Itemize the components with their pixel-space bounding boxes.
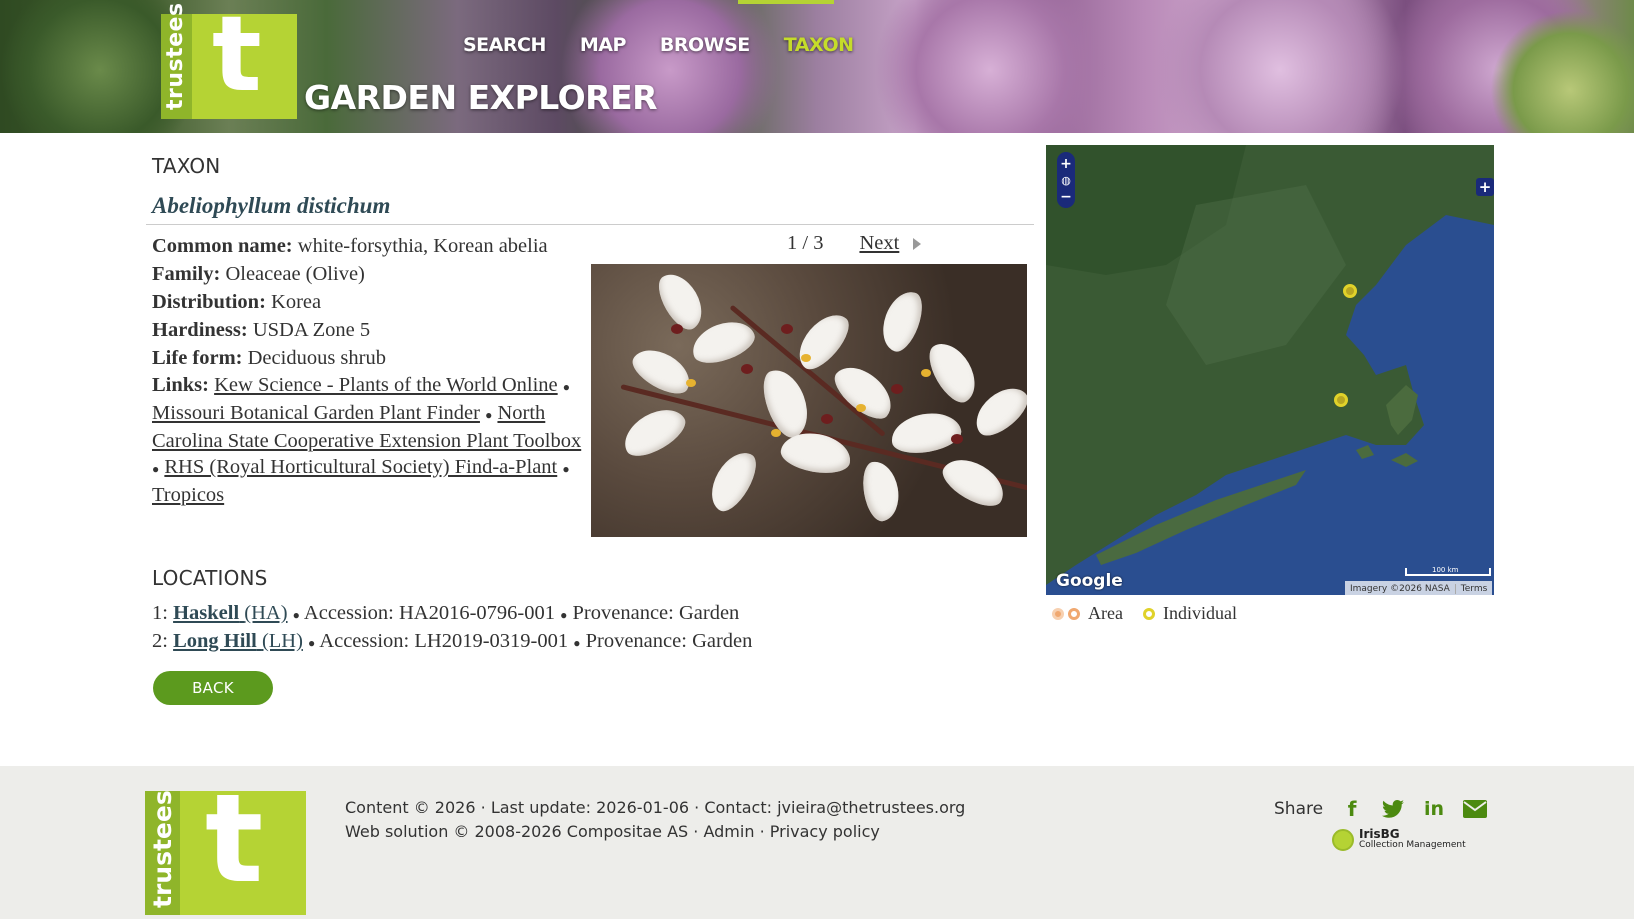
taxon-photo[interactable] bbox=[591, 264, 1027, 537]
app-title: GARDEN EXPLORER bbox=[304, 78, 658, 117]
map-attribution: Imagery ©2026 NASA Terms bbox=[1345, 581, 1493, 596]
area-ring-icon bbox=[1068, 607, 1080, 620]
facebook-icon[interactable]: f bbox=[1340, 797, 1364, 821]
map-marker-individual[interactable] bbox=[1343, 284, 1357, 298]
link-separator: ● bbox=[152, 462, 160, 476]
link-rhs[interactable]: RHS (Royal Horticultural Society) Find-a… bbox=[164, 456, 557, 478]
nav-browse[interactable]: BROWSE bbox=[660, 34, 750, 56]
share-label: Share bbox=[1274, 799, 1324, 819]
individual-dot-icon bbox=[1142, 607, 1155, 620]
area-dot-icon bbox=[1052, 607, 1064, 620]
attr-links: Links: Kew Science - Plants of the World… bbox=[152, 374, 582, 506]
footer-line-2: Web solution © 2008-2026 Compositae AS ·… bbox=[345, 822, 880, 841]
back-button[interactable]: BACK bbox=[153, 671, 273, 705]
link-separator: ● bbox=[562, 380, 571, 394]
divider bbox=[146, 224, 1034, 225]
section-title-locations: LOCATIONS bbox=[152, 566, 268, 590]
map-scale-label: 100 km bbox=[1432, 566, 1459, 574]
globe-icon[interactable]: ◍ bbox=[1057, 174, 1075, 188]
linkedin-icon[interactable]: in bbox=[1422, 797, 1446, 821]
section-title-taxon: TAXON bbox=[152, 154, 221, 178]
footer-text: Content © 2026 · Last update: 2026-01-06… bbox=[345, 796, 965, 844]
location-row: 2: Long Hill (LH) ● Accession: LH2019-03… bbox=[152, 630, 753, 652]
active-nav-indicator bbox=[738, 0, 834, 4]
attr-family: Family: Oleaceae (Olive) bbox=[152, 263, 365, 285]
zoom-in-button[interactable]: + bbox=[1057, 157, 1075, 171]
contact-email-link[interactable]: jvieira@thetrustees.org bbox=[777, 798, 965, 817]
map-zoom-control: + ◍ − bbox=[1057, 152, 1075, 208]
location-map[interactable] bbox=[1046, 145, 1494, 595]
link-missouri[interactable]: Missouri Botanical Garden Plant Finder bbox=[152, 402, 480, 424]
share-bar: Share f in bbox=[1274, 797, 1488, 821]
terms-link[interactable]: Terms bbox=[1454, 583, 1493, 594]
attr-hardiness: Hardiness: USDA Zone 5 bbox=[152, 319, 371, 341]
irisbg-subtitle: Collection Management bbox=[1359, 840, 1466, 850]
nav-search[interactable]: SEARCH bbox=[463, 34, 546, 56]
imagery-credit: Imagery ©2026 NASA bbox=[1350, 583, 1450, 594]
irisbg-badge[interactable]: IrisBG Collection Management bbox=[1332, 827, 1466, 851]
next-arrow-icon[interactable] bbox=[913, 237, 922, 250]
brand-letter: t bbox=[212, 0, 262, 115]
scientific-name: Abeliophyllum distichum bbox=[152, 193, 391, 218]
link-kew[interactable]: Kew Science - Plants of the World Online bbox=[214, 374, 558, 396]
next-link[interactable]: Next bbox=[859, 232, 899, 255]
photo-pager: 1 / 3 Next bbox=[787, 232, 922, 255]
attr-life-form: Life form: Deciduous shrub bbox=[152, 347, 386, 369]
location-link-long-hill[interactable]: Long Hill (LH) bbox=[173, 630, 303, 652]
irisbg-title: IrisBG bbox=[1359, 827, 1400, 841]
map-expand-button[interactable]: + bbox=[1476, 178, 1494, 196]
admin-link[interactable]: Admin bbox=[703, 822, 754, 841]
nav-taxon[interactable]: TAXON bbox=[784, 34, 854, 56]
twitter-icon[interactable] bbox=[1381, 797, 1405, 821]
legend-individual-label: Individual bbox=[1162, 603, 1237, 623]
locations-list: 1: Haskell (HA) ● Accession: HA2016-0796… bbox=[152, 600, 752, 656]
irisbg-logo-icon bbox=[1332, 829, 1354, 851]
google-logo: Google bbox=[1056, 571, 1123, 591]
attr-common-name: Common name: white-forsythia, Korean abe… bbox=[152, 235, 548, 257]
link-separator: ● bbox=[562, 462, 570, 476]
footer-wordmark: trustees bbox=[148, 790, 177, 908]
compositae-link[interactable]: Web solution © 2008-2026 Compositae AS bbox=[345, 822, 688, 841]
top-nav: SEARCH MAP BROWSE TAXON bbox=[463, 34, 888, 56]
privacy-link[interactable]: Privacy policy bbox=[770, 822, 880, 841]
location-row: 1: Haskell (HA) ● Accession: HA2016-0796… bbox=[152, 602, 740, 624]
map-land-svg bbox=[1046, 145, 1494, 585]
location-link-haskell[interactable]: Haskell (HA) bbox=[173, 602, 287, 624]
zoom-out-button[interactable]: − bbox=[1057, 190, 1075, 204]
brand-wordmark: trustees bbox=[163, 2, 188, 110]
map-legend: Area Individual bbox=[1052, 603, 1237, 624]
legend-area-label: Area bbox=[1088, 603, 1123, 623]
map-marker-individual[interactable] bbox=[1334, 393, 1348, 407]
attr-distribution: Distribution: Korea bbox=[152, 291, 322, 313]
nav-map[interactable]: MAP bbox=[580, 34, 627, 56]
email-icon[interactable] bbox=[1463, 797, 1488, 821]
link-separator: ● bbox=[485, 408, 493, 422]
link-tropicos[interactable]: Tropicos bbox=[152, 484, 224, 506]
taxon-attributes: Common name: white-forsythia, Korean abe… bbox=[152, 232, 584, 508]
footer-letter: t bbox=[205, 768, 264, 910]
photo-count: 1 / 3 bbox=[787, 232, 824, 254]
footer-line-1: Content © 2026 · Last update: 2026-01-06… bbox=[345, 798, 966, 817]
